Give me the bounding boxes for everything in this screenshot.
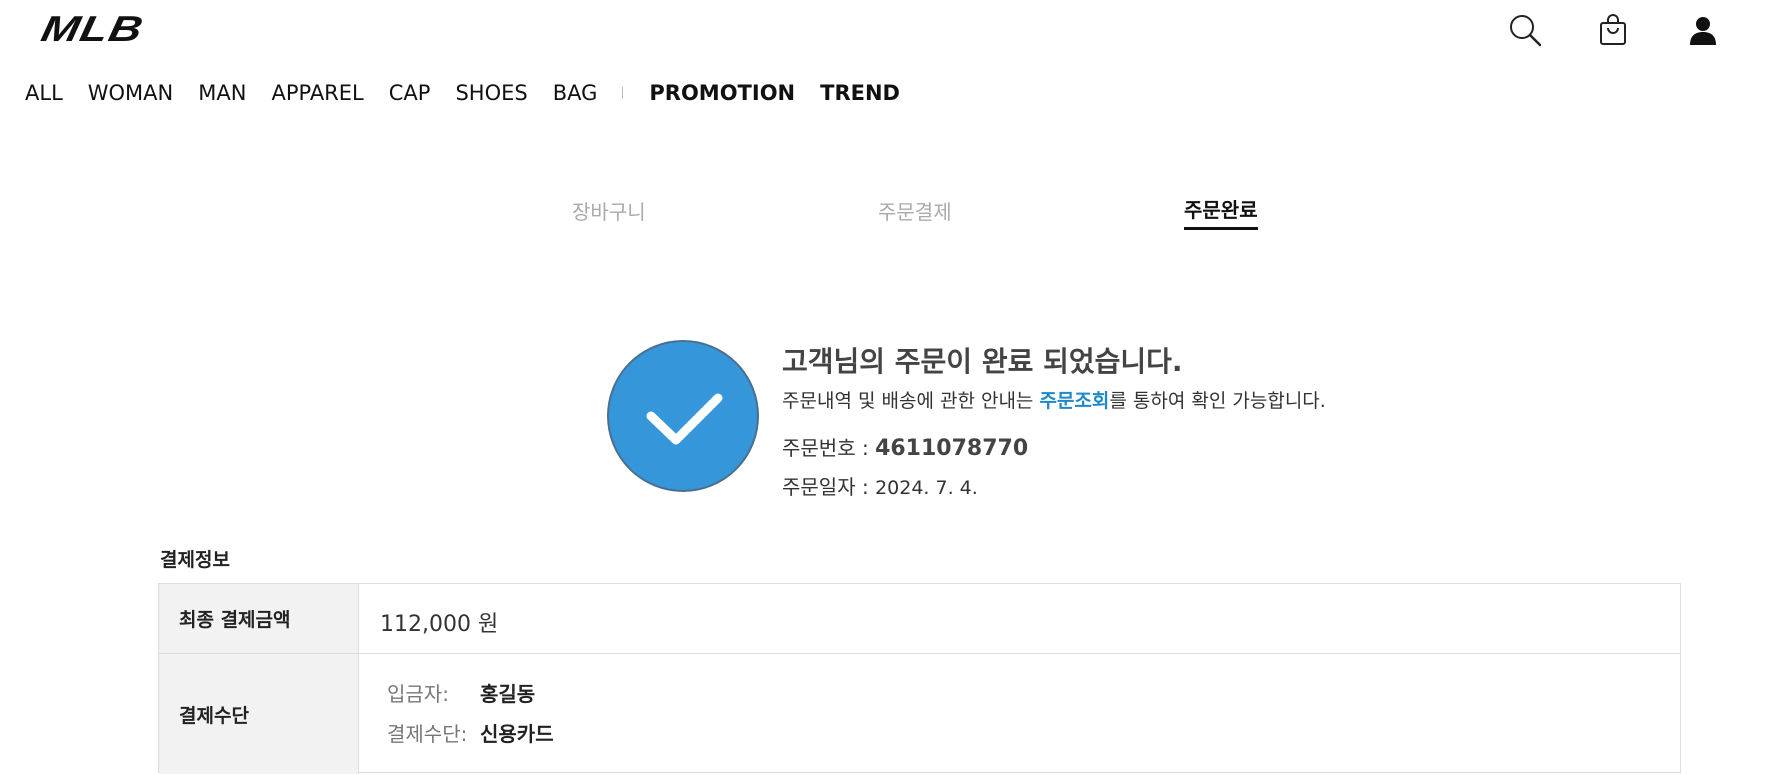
order-complete-title: 고객님의 주문이 완료 되었습니다. bbox=[782, 345, 1183, 378]
nav-item-shoes[interactable]: SHOES bbox=[455, 81, 527, 105]
nav-item-apparel[interactable]: APPAREL bbox=[271, 81, 363, 105]
nav-item-trend[interactable]: TREND bbox=[820, 81, 900, 105]
main-nav: ALL WOMAN MAN APPAREL CAP SHOES BAG PROM… bbox=[25, 78, 925, 108]
order-number-value: 4611078770 bbox=[875, 436, 1029, 461]
nav-item-man[interactable]: MAN bbox=[198, 81, 246, 105]
table-row: 결제수단 입금자: 홍길동 결제수단: 신용카드 bbox=[159, 654, 1680, 774]
mlb-logo[interactable]: MLB bbox=[38, 8, 148, 50]
site-header: MLB ALL WOMAN MAN APPAREL CAP SHOES BAG … bbox=[0, 0, 1765, 130]
nav-item-woman[interactable]: WOMAN bbox=[88, 81, 174, 105]
depositor-label: 입금자: bbox=[387, 682, 449, 706]
order-lookup-link[interactable]: 주문조회 bbox=[1039, 390, 1109, 412]
method-row: 결제수단: 신용카드 bbox=[387, 718, 554, 747]
user-icon[interactable] bbox=[1683, 10, 1723, 50]
order-date-value: 2024. 7. 4. bbox=[875, 477, 978, 499]
payment-method-label: 결제수단 bbox=[159, 654, 359, 774]
method-value: 신용카드 bbox=[480, 722, 554, 746]
payment-method-cell: 입금자: 홍길동 결제수단: 신용카드 bbox=[359, 654, 1680, 774]
order-date-label: 주문일자 : bbox=[782, 475, 876, 499]
order-complete-check-icon bbox=[607, 340, 759, 492]
total-amount-cell: 112,000 원 bbox=[359, 584, 1680, 653]
order-complete-description: 주문내역 및 배송에 관한 안내는 주문조회를 통하여 확인 가능합니다. bbox=[782, 386, 1326, 413]
step-complete: 주문완료 bbox=[1184, 194, 1258, 230]
order-number-label: 주문번호 : bbox=[782, 436, 876, 460]
nav-item-cap[interactable]: CAP bbox=[389, 81, 431, 105]
order-number: 주문번호 : 4611078770 bbox=[782, 432, 1028, 461]
payment-info-table: 최종 결제금액 112,000 원 결제수단 입금자: 홍길동 결제수단: 신용카드 bbox=[158, 583, 1681, 774]
checkout-steps: 장바구니 주문결제 주문완료 bbox=[0, 196, 1765, 236]
nav-item-promotion[interactable]: PROMOTION bbox=[649, 81, 795, 105]
nav-item-bag[interactable]: BAG bbox=[553, 81, 598, 105]
total-amount-value: 112,000 원 bbox=[380, 612, 499, 637]
step-payment: 주문결제 bbox=[878, 200, 952, 224]
order-date: 주문일자 : 2024. 7. 4. bbox=[782, 471, 978, 500]
desc-prefix: 주문내역 및 배송에 관한 안내는 bbox=[782, 390, 1040, 412]
depositor-value: 홍길동 bbox=[480, 682, 536, 706]
desc-suffix: 를 통하여 확인 가능합니다. bbox=[1109, 390, 1326, 412]
nav-item-all[interactable]: ALL bbox=[25, 81, 63, 105]
step-cart: 장바구니 bbox=[572, 200, 646, 224]
method-key: 결제수단: bbox=[387, 722, 468, 746]
shopping-bag-icon[interactable] bbox=[1593, 10, 1633, 50]
search-icon[interactable] bbox=[1505, 10, 1545, 50]
nav-divider bbox=[622, 87, 624, 99]
payment-section-title: 결제정보 bbox=[160, 549, 230, 571]
table-row: 최종 결제금액 112,000 원 bbox=[159, 584, 1680, 654]
total-amount-label: 최종 결제금액 bbox=[159, 584, 359, 653]
depositor-row: 입금자: 홍길동 bbox=[387, 678, 535, 707]
header-icons bbox=[1505, 6, 1765, 50]
